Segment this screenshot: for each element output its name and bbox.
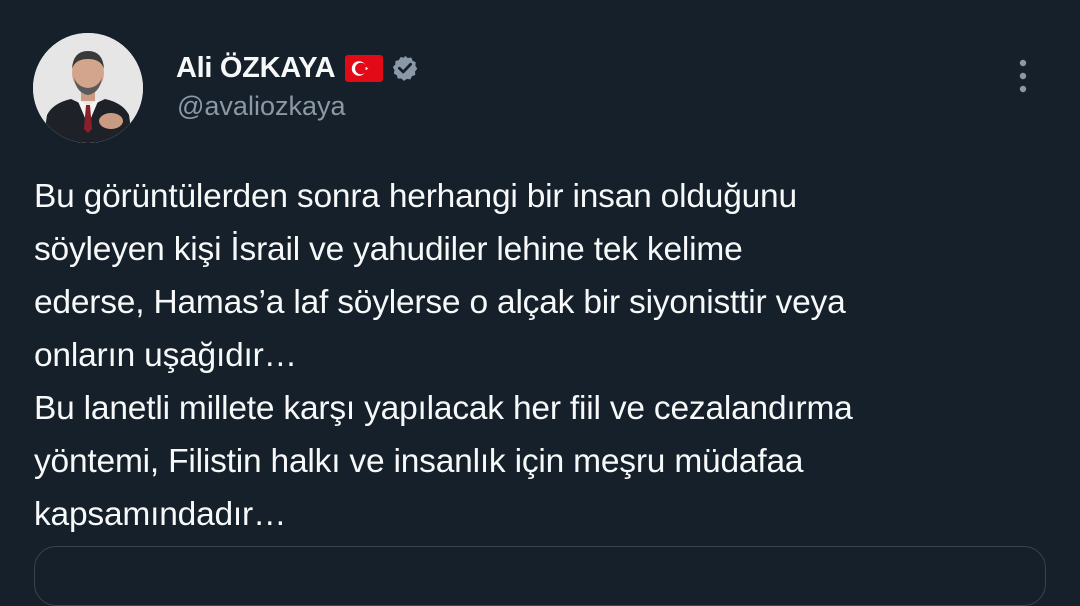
author-handle[interactable]: @avaliozkaya: [177, 91, 346, 122]
tweet-text-line: söyleyen kişi İsrail ve yahudiler lehine…: [34, 231, 743, 268]
more-vertical-icon[interactable]: [1008, 58, 1038, 94]
avatar-photo: [33, 33, 143, 143]
tweet-text-line: kapsamındadır…: [34, 496, 287, 533]
verified-badge-icon[interactable]: [391, 54, 419, 82]
tweet-text-line: yöntemi, Filistin halkı ve insanlık için…: [34, 443, 804, 480]
author-name[interactable]: Ali ÖZKAYA: [176, 52, 336, 85]
media-card[interactable]: [34, 546, 1046, 606]
avatar[interactable]: [33, 33, 143, 143]
tweet-text-line: Bu lanetli millete karşı yapılacak her f…: [34, 390, 853, 427]
tweet-text-line: onların uşağıdır…: [34, 337, 297, 374]
author-row: Ali ÖZKAYA: [176, 48, 419, 88]
tweet-text-line: ederse, Hamas’a laf söylerse o alçak bir…: [34, 284, 846, 321]
tweet-text: Bu görüntülerden sonra herhangi bir insa…: [34, 170, 1064, 541]
tweet-text-line: Bu görüntülerden sonra herhangi bir insa…: [34, 178, 797, 215]
turkey-flag-icon: [345, 54, 384, 82]
